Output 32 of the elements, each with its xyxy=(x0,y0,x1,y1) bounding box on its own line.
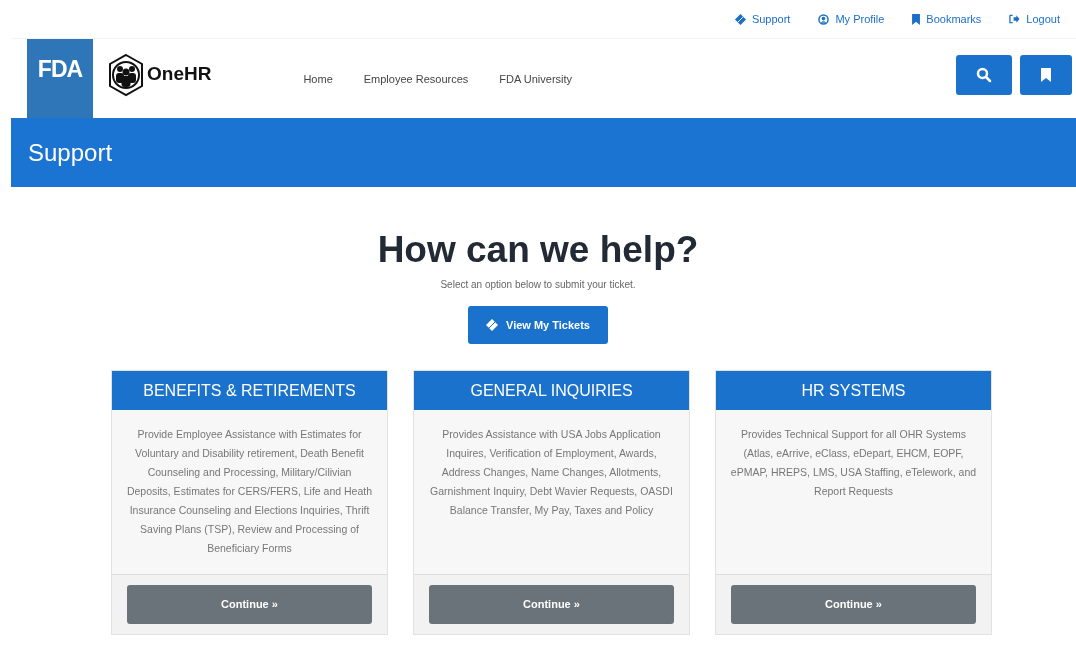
card-title: GENERAL INQUIRIES xyxy=(414,371,689,410)
bookmark-icon xyxy=(1041,67,1051,82)
ticket-icon xyxy=(486,319,498,331)
subtitle: Select an option below to submit your ticket. xyxy=(440,278,636,292)
view-tickets-button[interactable]: View My Tickets xyxy=(468,306,608,344)
bookmark-icon xyxy=(912,13,921,25)
card-description: Provides Assistance with USA Jobs Application Inquires, Verification of Employment, Awards, Address Changes, Name Changes, Allotments, Garnishment Inquiry, Debt Wavier Requests, OASDI Balance Transfer, My Pay, Taxes and Policy xyxy=(429,427,674,518)
agency-logo[interactable]: FDA xyxy=(27,39,93,118)
main-heading: How can we help? xyxy=(377,229,699,271)
top-link[interactable]: Bookmarks xyxy=(912,10,982,28)
search-button[interactable] xyxy=(956,54,1012,95)
card-title: BENEFITS & RETIREMENTS xyxy=(112,371,387,410)
top-link[interactable]: Support xyxy=(734,10,791,28)
nav-link[interactable]: Employee Resources xyxy=(363,71,469,88)
continue-button[interactable]: Continue » xyxy=(429,585,674,624)
top-link[interactable]: Logout xyxy=(1009,10,1060,28)
app-logo-text: OneHR xyxy=(147,62,212,87)
user-circle-icon xyxy=(818,13,830,25)
card-description: Provides Technical Support for all OHR Systems (Atlas, eArrive, eClass, eDepart, EHCM, EOPF, ePMAP, HREPS, LMS, USA Staffing, eTelework, and Report Requests xyxy=(729,427,978,499)
logout-icon xyxy=(1009,14,1021,24)
continue-button[interactable]: Continue » xyxy=(731,585,976,624)
continue-button[interactable]: Continue » xyxy=(127,585,372,624)
nav-link[interactable]: FDA University xyxy=(499,71,573,88)
card-title: HR SYSTEMS xyxy=(716,371,991,410)
nav-link[interactable]: Home xyxy=(303,71,333,88)
search-icon xyxy=(976,66,992,83)
top-link[interactable]: My Profile xyxy=(818,10,885,28)
card-description: Provide Employee Assistance with Estimates for Voluntary and Disability retirement, Death Benefit Counseling and Processing, Military/Cilivian Deposits, Estimates for CERS/FERS, Life and Heath Insurance Counseling and Elections Inquiries, Thrift Saving Plans (TSP), Review and Processing of Beneficiary Forms xyxy=(125,427,374,556)
page-title: Support xyxy=(28,137,113,168)
ticket-icon xyxy=(734,13,746,25)
bookmark-button[interactable] xyxy=(1020,54,1072,95)
people-logo-icon xyxy=(107,52,145,97)
